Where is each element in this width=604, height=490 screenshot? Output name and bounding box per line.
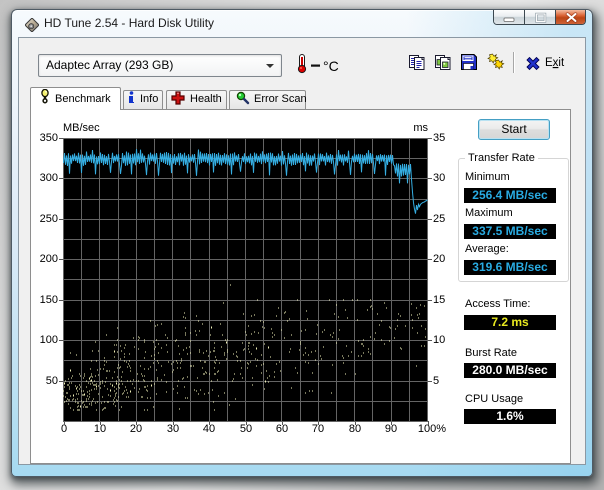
svg-text:°C: °C bbox=[323, 58, 339, 74]
svg-text:Exit: Exit bbox=[545, 57, 565, 69]
